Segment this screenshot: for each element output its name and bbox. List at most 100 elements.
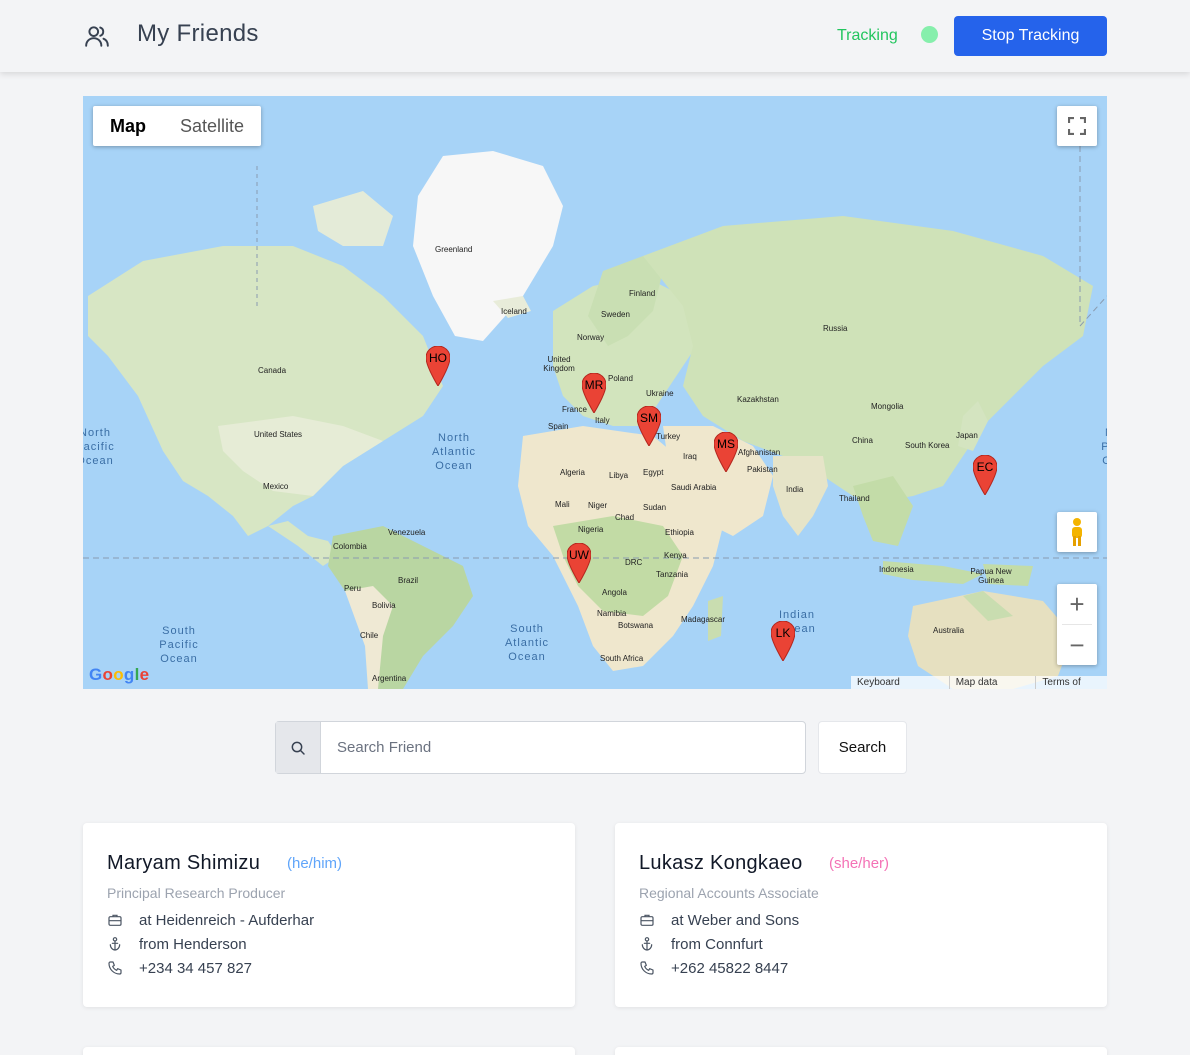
place-label: Papua New Guinea [970, 567, 1012, 585]
place-label: Italy [595, 416, 610, 425]
ocean-label: South Pacific Ocean [159, 625, 199, 665]
place-label: Libya [609, 471, 629, 480]
place-label: Tanzania [656, 570, 689, 579]
street-view-button[interactable] [1057, 512, 1097, 552]
search-input[interactable] [321, 722, 805, 773]
friend-company: at Heidenreich - Aufderhar [139, 911, 315, 929]
search-bar [275, 721, 806, 774]
place-label: Mexico [263, 482, 289, 491]
place-label: DRC [625, 558, 643, 567]
ocean-label: North Atlantic Ocean [431, 432, 477, 472]
place-label: Egypt [643, 468, 664, 477]
place-label: Iceland [501, 307, 527, 316]
friend-phone-row: +262 45822 8447 [639, 958, 788, 978]
users-icon [85, 26, 109, 47]
map-data-label: Map data ©2022 [950, 676, 1037, 689]
keyboard-shortcuts-link[interactable]: Keyboard shortcuts [851, 676, 950, 689]
pegman-icon [1072, 518, 1082, 546]
place-label: Algeria [560, 468, 585, 477]
fullscreen-button[interactable] [1057, 106, 1097, 146]
friend-origin: from Henderson [139, 935, 247, 953]
marker-label: MR [584, 378, 604, 392]
friend-marker[interactable]: EC [972, 454, 998, 496]
place-label: Chile [360, 631, 379, 640]
place-label: Australia [933, 626, 965, 635]
marker-label: MS [717, 437, 735, 451]
friend-marker[interactable]: SM [636, 405, 662, 447]
friend-origin: from Connfurt [671, 935, 763, 953]
marker-label: LK [775, 626, 791, 640]
zoom-out-icon: − [1069, 629, 1085, 660]
friend-job-title: Regional Accounts Associate [639, 885, 819, 901]
friend-card-partial[interactable] [615, 1047, 1107, 1055]
map-type-satellite-button[interactable]: Satellite [163, 106, 261, 146]
friend-marker[interactable]: UW [566, 542, 592, 584]
friend-card-partial[interactable] [83, 1047, 575, 1055]
place-label: Sudan [643, 503, 667, 512]
place-label: Iraq [683, 452, 697, 461]
google-logo[interactable]: Google [89, 665, 149, 685]
marker-label: SM [640, 411, 658, 425]
place-label: South Korea [905, 441, 950, 450]
place-label: Ethiopia [665, 528, 694, 537]
friend-origin-row: from Connfurt [639, 934, 763, 954]
friends-map[interactable]: Greenland Iceland Finland Sweden Norway … [83, 96, 1107, 689]
phone-icon [108, 961, 122, 975]
friend-name: Maryam Shimizu [107, 852, 261, 874]
place-label: Canada [258, 366, 287, 375]
place-label: Mali [555, 500, 570, 509]
place-label: Venezuela [388, 528, 426, 537]
tracking-status-dot [921, 26, 938, 43]
friend-company: at Weber and Sons [671, 911, 800, 929]
map-attribution: Keyboard shortcuts Map data ©2022 Terms … [851, 676, 1107, 689]
search-addon [276, 722, 321, 773]
place-label: China [852, 436, 873, 445]
place-label: Greenland [435, 245, 473, 254]
place-label: Pakistan [747, 465, 778, 474]
tracking-status-label: Tracking [837, 27, 898, 44]
friend-company-row: at Weber and Sons [639, 910, 799, 930]
anchor-icon [641, 937, 653, 951]
place-label: Angola [602, 588, 627, 597]
marker-label: EC [976, 460, 994, 474]
place-label: Bolivia [372, 601, 396, 610]
marker-label: HO [429, 351, 447, 365]
place-label: Indonesia [879, 565, 914, 574]
briefcase-icon [108, 914, 122, 926]
place-label: Mongolia [871, 402, 904, 411]
friend-origin-row: from Henderson [107, 934, 247, 954]
zoom-in-button[interactable]: + [1057, 584, 1097, 624]
place-label: Saudi Arabia [671, 483, 717, 492]
friend-marker[interactable]: HO [425, 345, 451, 387]
place-label: Brazil [398, 576, 419, 585]
place-label: Namibia [597, 609, 627, 618]
ocean-label: South Atlantic Ocean [504, 623, 550, 663]
place-label: Ukraine [646, 389, 674, 398]
ocean-label: North Pacific Ocean [83, 427, 115, 467]
place-label: Madagascar [681, 615, 726, 624]
stop-tracking-button[interactable]: Stop Tracking [954, 16, 1107, 56]
place-label: Chad [615, 513, 635, 522]
friend-pronouns: (she/her) [829, 855, 890, 872]
place-label: South Africa [600, 654, 644, 663]
friend-marker[interactable]: MS [713, 431, 739, 473]
place-label: Niger [588, 501, 608, 510]
phone-icon [640, 961, 654, 975]
zoom-out-button[interactable]: − [1057, 625, 1097, 665]
friend-marker[interactable]: LK [770, 620, 796, 662]
friend-card[interactable]: Lukasz Kongkaeo (she/her) Regional Accou… [615, 823, 1107, 1007]
search-button[interactable]: Search [818, 721, 907, 774]
place-label: India [786, 485, 804, 494]
place-label: Finland [629, 289, 656, 298]
place-label: United States [254, 430, 303, 439]
fullscreen-icon [1068, 117, 1086, 135]
anchor-icon [109, 937, 121, 951]
friend-marker[interactable]: MR [581, 372, 607, 414]
friend-job-title: Principal Research Producer [107, 885, 286, 901]
search-icon [291, 741, 305, 755]
friend-card[interactable]: Maryam Shimizu (he/him) Principal Resear… [83, 823, 575, 1007]
terms-of-use-link[interactable]: Terms of Use [1036, 676, 1107, 689]
friend-phone: +262 45822 8447 [671, 959, 789, 977]
map-type-map-button[interactable]: Map [93, 106, 163, 146]
map-type-toggle: Map Satellite [93, 106, 262, 146]
